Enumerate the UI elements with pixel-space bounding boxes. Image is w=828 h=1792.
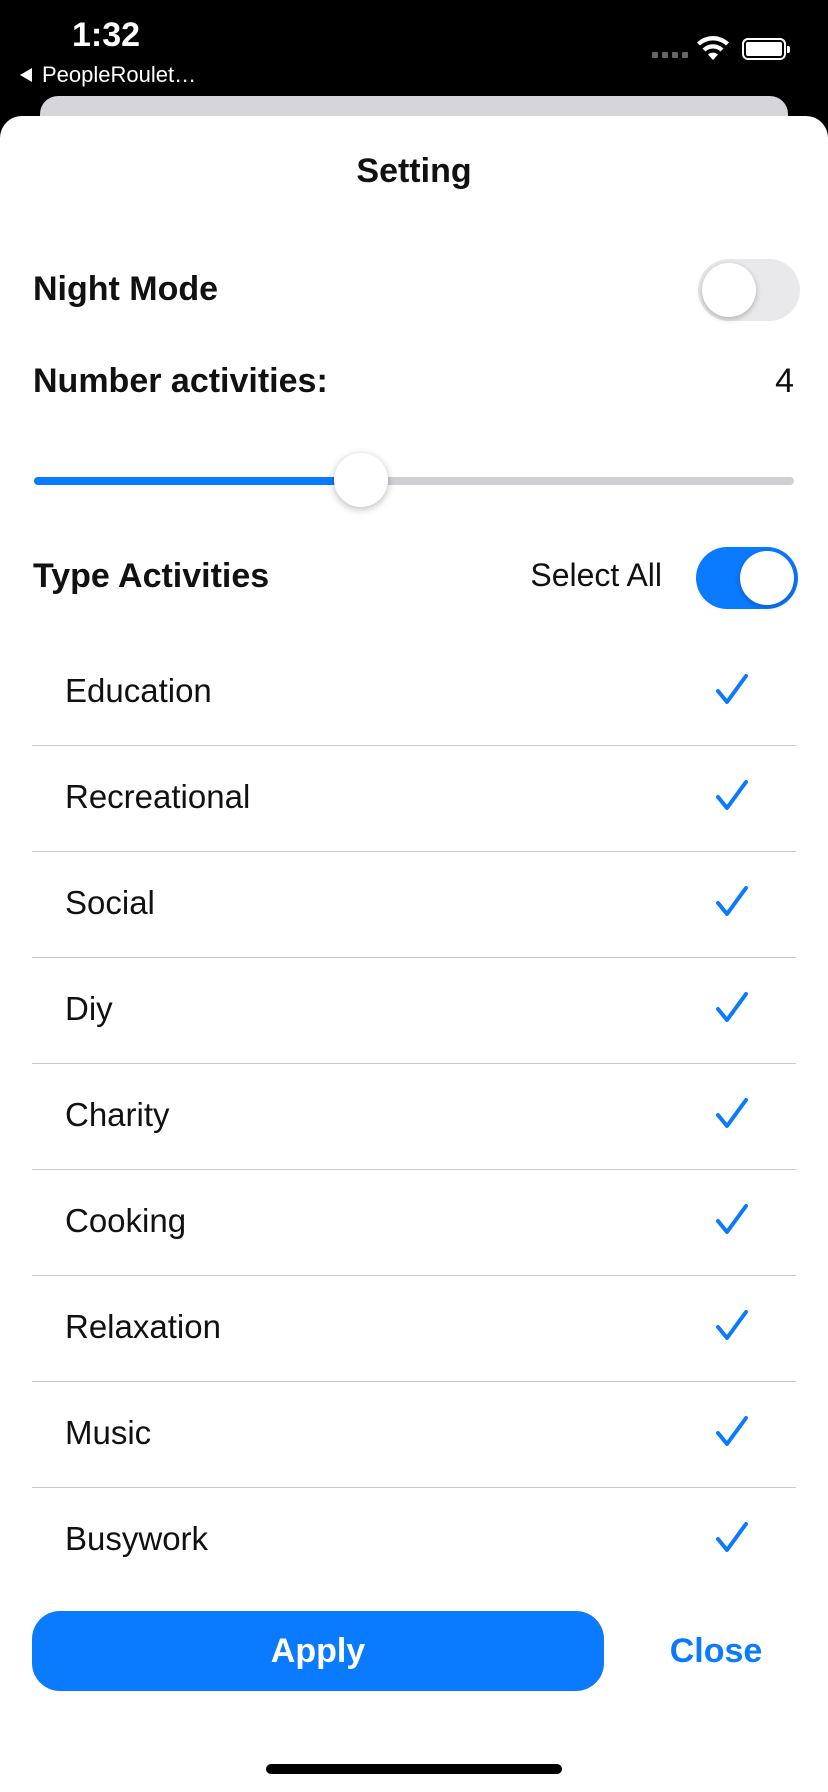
activity-label: Cooking: [65, 1202, 187, 1239]
activity-label: Relaxation: [65, 1308, 221, 1345]
activity-row[interactable]: Diy: [32, 958, 796, 1064]
number-activities-label: Number activities:: [33, 362, 328, 400]
activity-label: Busywork: [65, 1520, 209, 1557]
checkmark-icon: [716, 1204, 748, 1234]
activity-label: Charity: [65, 1096, 170, 1133]
checkmark-icon: [716, 1416, 748, 1446]
activities-slider[interactable]: [34, 453, 794, 507]
activity-row[interactable]: Relaxation: [32, 1276, 796, 1382]
back-to-app-link[interactable]: PeopleRoulet…: [20, 62, 196, 88]
apply-button[interactable]: Apply: [32, 1611, 604, 1691]
night-mode-toggle[interactable]: [698, 259, 800, 321]
checkmark-icon: [716, 1098, 748, 1128]
checkmark-icon: [716, 1310, 748, 1340]
select-all-toggle[interactable]: [696, 547, 798, 609]
activity-label: Music: [65, 1414, 152, 1451]
checkmark-icon: [716, 1522, 748, 1552]
activity-type-list: Education Recreational Social Diy Charity Coo…: [32, 640, 796, 1594]
sheet-title: Setting: [356, 152, 472, 190]
back-app-label: PeopleRoulet…: [42, 62, 197, 87]
activity-row[interactable]: Charity: [32, 1064, 796, 1170]
activity-row[interactable]: Education: [32, 640, 796, 746]
select-all-label: Select All: [530, 557, 662, 593]
activity-row[interactable]: Music: [32, 1382, 796, 1488]
activity-row[interactable]: Recreational: [32, 746, 796, 852]
slider-thumb[interactable]: [333, 453, 388, 507]
activity-row[interactable]: Cooking: [32, 1170, 796, 1276]
home-indicator: [266, 1764, 562, 1774]
activity-label: Diy: [65, 990, 113, 1027]
checkmark-icon: [716, 780, 748, 810]
night-mode-label: Night Mode: [33, 270, 219, 308]
battery-icon: [742, 38, 790, 60]
toggle-knob: [740, 551, 794, 605]
toggle-knob: [702, 263, 756, 317]
slider-fill: [34, 477, 361, 485]
type-activities-label: Type Activities: [33, 557, 270, 595]
activity-label: Education: [65, 672, 212, 709]
screen: 1:32 PeopleRoulet… Setting Night Mode Nu…: [0, 0, 828, 1792]
activity-label: Social: [65, 884, 155, 921]
activity-label: Recreational: [65, 778, 251, 815]
checkmark-icon: [716, 886, 748, 916]
number-activities-value: 4: [775, 362, 794, 400]
cellular-signal-icon: [652, 52, 688, 58]
close-button[interactable]: Close: [660, 1611, 772, 1691]
status-time: 1:32: [72, 16, 141, 54]
wifi-icon: [697, 36, 729, 60]
checkmark-icon: [716, 674, 748, 704]
checkmark-icon: [716, 992, 748, 1022]
back-arrow-icon: [20, 68, 32, 82]
activity-row[interactable]: Social: [32, 852, 796, 958]
activity-row[interactable]: Busywork: [32, 1488, 796, 1594]
